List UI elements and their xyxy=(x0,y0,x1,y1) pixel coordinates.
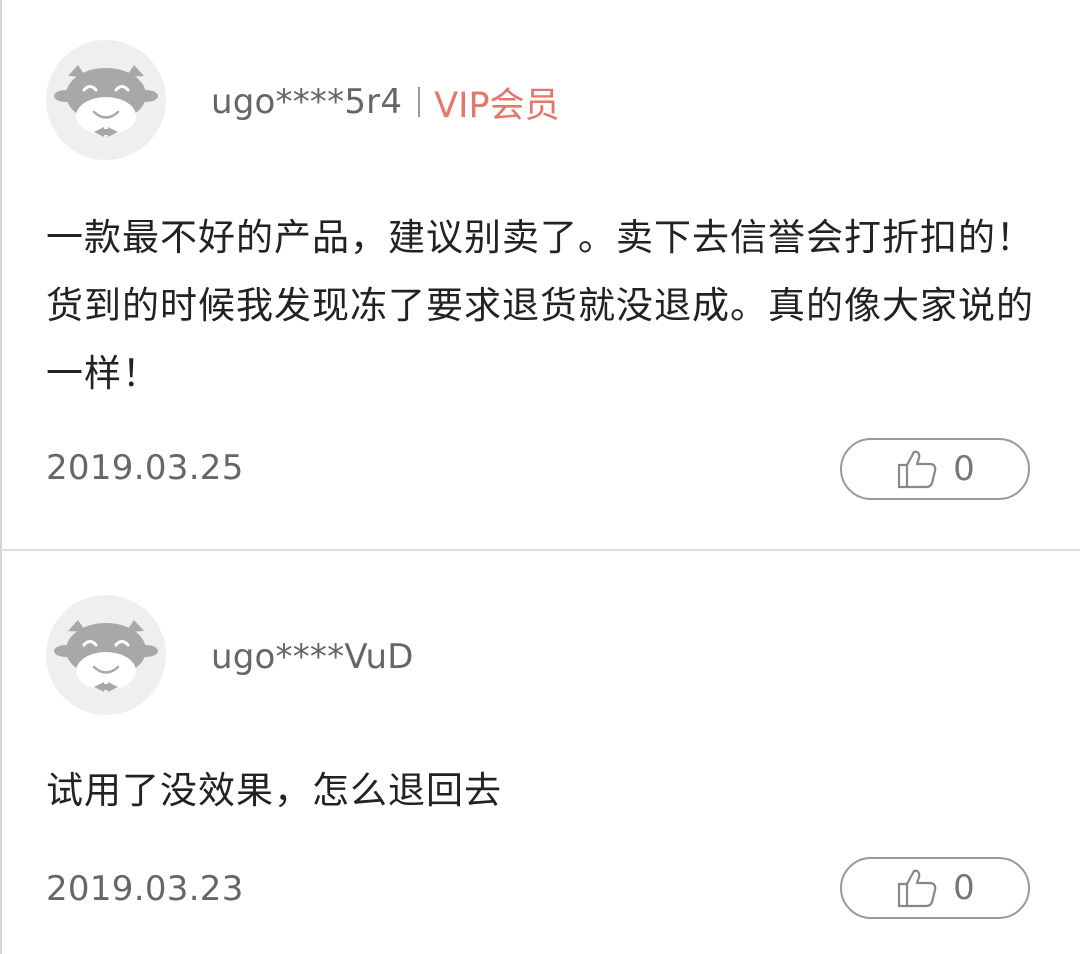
username[interactable]: ugo****5r4 xyxy=(211,82,402,122)
vip-badge: VIP会员 xyxy=(434,85,560,126)
user-avatar[interactable] xyxy=(46,595,166,715)
comment-item: ugo****5r4 VIP会员 一款最不好的产品，建议别卖了。卖下去信誉会打折… xyxy=(0,0,1080,549)
thumbs-up-icon xyxy=(898,450,937,489)
user-info: ugo****5r4 VIP会员 xyxy=(211,80,560,126)
like-count: 0 xyxy=(953,868,975,908)
like-button[interactable]: 0 xyxy=(840,857,1030,919)
separator xyxy=(418,87,421,117)
like-count: 0 xyxy=(953,449,975,489)
user-info: ugo****VuD xyxy=(211,635,414,679)
comment-text: 一款最不好的产品，建议别卖了。卖下去信誉会打折扣的！货到的时候我发现冻了要求退货… xyxy=(46,216,1034,395)
username[interactable]: ugo****VuD xyxy=(211,637,414,677)
comment-item: ugo****VuD 试用了没效果，怎么退回去 2019.03.23 0 xyxy=(0,551,1080,954)
like-button[interactable]: 0 xyxy=(840,438,1030,500)
cow-avatar-icon xyxy=(54,65,158,137)
comment-text: 试用了没效果，怎么退回去 xyxy=(46,769,502,812)
comment-date: 2019.03.23 xyxy=(46,869,244,909)
user-avatar[interactable] xyxy=(46,40,166,160)
cow-avatar-icon xyxy=(54,620,158,692)
thumbs-up-icon xyxy=(898,869,937,908)
comment-date: 2019.03.25 xyxy=(46,448,244,488)
